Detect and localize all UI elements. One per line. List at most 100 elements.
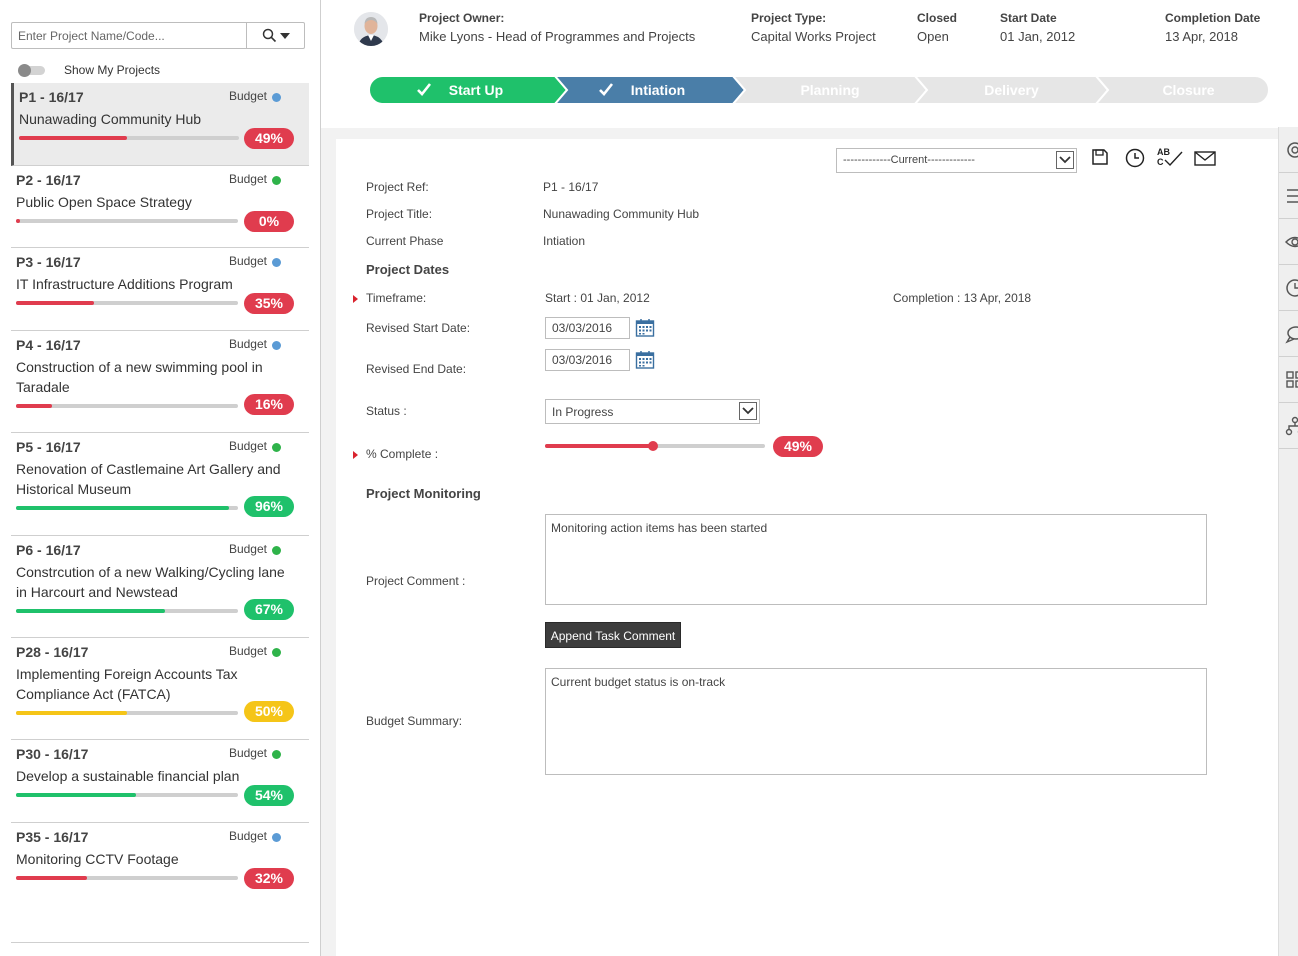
project-progress-fill <box>16 711 127 715</box>
project-percent-badge: 67% <box>244 599 294 620</box>
phase-step-start-up[interactable]: Start Up <box>369 76 569 104</box>
phase-step-delivery[interactable]: Delivery <box>913 76 1110 104</box>
version-select-value: -------------Current------------- <box>843 154 975 166</box>
budget-status-dot <box>272 258 281 267</box>
rightbar-item-view[interactable] <box>1279 219 1298 265</box>
project-progress-track <box>16 609 238 613</box>
append-task-comment-button[interactable]: Append Task Comment <box>545 622 681 648</box>
project-list-item[interactable]: P4 - 16/17 Budget Construction of a new sw… <box>11 331 309 433</box>
show-my-projects-toggle[interactable] <box>18 63 45 77</box>
current-phase-label: Current Phase <box>366 234 444 248</box>
project-title: Implementing Foreign Accounts Tax Compli… <box>16 666 238 702</box>
rightbar-item-hierarchy[interactable] <box>1279 403 1298 449</box>
budget-label: Budget <box>228 542 267 556</box>
required-marker-icon <box>353 451 358 459</box>
phase-step-label: Start Up <box>449 82 503 98</box>
clock-icon <box>1125 148 1145 168</box>
phase-step-label: Closure <box>1162 82 1214 98</box>
required-marker-icon <box>353 295 358 303</box>
project-percent-badge: 54% <box>244 785 294 806</box>
status-select[interactable]: In Progress <box>545 399 760 424</box>
slider-fill <box>545 444 653 448</box>
project-progress-fill <box>16 876 88 880</box>
revised-start-date-input[interactable]: 03/03/2016 <box>545 317 630 339</box>
project-percent-badge: 50% <box>244 701 294 722</box>
timeframe-start: Start : 01 Jan, 2012 <box>545 291 650 305</box>
project-list-item[interactable]: P3 - 16/17 Budget IT Infrastructure Additi… <box>11 248 309 331</box>
project-type-label: Project Type: <box>751 11 827 25</box>
chevron-down-icon <box>1056 151 1074 169</box>
phase-step-planning[interactable]: Planning <box>731 76 929 104</box>
budget-status-dot <box>272 176 281 185</box>
project-search-input[interactable] <box>12 23 246 48</box>
project-percent-badge: 0% <box>244 211 294 232</box>
rightbar-item-dashboard[interactable] <box>1279 357 1298 403</box>
project-title: Construction of a new swimming pool in T… <box>16 359 263 395</box>
history-button[interactable] <box>1125 148 1145 171</box>
email-button[interactable] <box>1194 151 1216 169</box>
phase-step-label: Delivery <box>984 82 1039 98</box>
save-button[interactable] <box>1091 148 1109 169</box>
project-title: Develop a sustainable financial plan <box>16 768 240 784</box>
project-comment-textarea[interactable]: Monitoring action items has been started <box>545 514 1207 605</box>
project-title: Renovation of Castlemaine Art Gallery an… <box>16 461 281 497</box>
project-list-item[interactable]: P6 - 16/17 Budget Constrcution of a new Wa… <box>11 536 309 638</box>
project-ref-label: Project Ref: <box>366 180 429 194</box>
search-icon <box>262 28 276 43</box>
budget-status-dot <box>272 833 281 842</box>
project-list-item[interactable]: P30 - 16/17 Budget Develop a sustainable f… <box>11 740 309 823</box>
slider-handle[interactable] <box>647 441 658 451</box>
rightbar-item-list[interactable] <box>1279 173 1298 219</box>
budget-status-dot <box>272 648 281 657</box>
project-percent-badge: 35% <box>244 293 294 314</box>
revised-start-calendar-button[interactable] <box>635 318 655 338</box>
rightbar-item-camera[interactable] <box>1279 127 1298 173</box>
project-progress-track <box>16 876 238 880</box>
project-title: Public Open Space Strategy <box>16 194 192 210</box>
budget-summary-textarea[interactable]: Current budget status is on-track <box>545 668 1207 775</box>
project-percent-badge: 49% <box>244 128 294 149</box>
phase-step-intiation[interactable]: Intiation <box>553 76 747 104</box>
owner-label: Project Owner: <box>419 11 505 25</box>
budget-status-dot <box>272 750 281 759</box>
chevron-down-icon <box>739 402 757 420</box>
phase-step-label: Planning <box>800 82 859 98</box>
version-select[interactable]: -------------Current------------- <box>836 148 1077 173</box>
project-list-item[interactable]: P28 - 16/17 Budget Implementing Foreign Ac… <box>11 638 309 740</box>
budget-label: Budget <box>228 829 267 843</box>
budget-status-dot <box>272 341 281 350</box>
project-type-value: Capital Works Project <box>751 29 876 44</box>
rightbar-item-comments[interactable] <box>1279 311 1298 357</box>
percent-complete-badge: 49% <box>773 436 823 457</box>
spellcheck-button[interactable]: AB C <box>1156 146 1184 171</box>
project-list-item[interactable]: P2 - 16/17 Budget Public Open Space Strate… <box>11 166 309 248</box>
project-progress-fill <box>16 404 52 408</box>
calendar-icon <box>635 319 655 337</box>
percent-complete-slider[interactable] <box>545 440 765 452</box>
revised-end-date-input[interactable]: 03/03/2016 <box>545 349 630 371</box>
project-progress-track <box>16 219 238 223</box>
revised-start-label: Revised Start Date: <box>366 321 471 335</box>
project-code: P35 - 16/17 <box>16 829 89 845</box>
project-title: IT Infrastructure Additions Program <box>16 276 233 292</box>
phase-step-closure[interactable]: Closure <box>1094 76 1269 104</box>
project-code: P30 - 16/17 <box>16 746 89 762</box>
caret-down-icon <box>279 32 290 39</box>
project-progress-fill <box>19 136 127 140</box>
revised-end-calendar-button[interactable] <box>635 350 655 370</box>
start-date-value: 01 Jan, 2012 <box>1000 29 1076 44</box>
project-list-item[interactable]: P35 - 16/17 Budget Monitoring CCTV Footage… <box>11 823 309 943</box>
search-dropdown-button[interactable] <box>246 23 304 48</box>
project-list-item[interactable]: P5 - 16/17 Budget Renovation of Castlemain… <box>11 433 309 536</box>
project-sidebar: Show My Projects P1 - 16/17 Budget Nunawad… <box>0 0 321 956</box>
status-select-value: In Progress <box>552 405 614 419</box>
timeframe-label: Timeframe: <box>366 291 427 305</box>
project-monitoring-heading: Project Monitoring <box>366 486 481 501</box>
budget-label: Budget <box>228 644 267 658</box>
project-progress-track <box>16 793 238 797</box>
phase-stepper: Start Up Intiation Planning Delivery Closure <box>369 76 1269 104</box>
project-comment-label: Project Comment : <box>366 574 466 588</box>
budget-label: Budget <box>228 254 267 268</box>
rightbar-item-history[interactable] <box>1279 265 1298 311</box>
project-list-item[interactable]: P1 - 16/17 Budget Nunawading Community Hub… <box>11 83 309 166</box>
